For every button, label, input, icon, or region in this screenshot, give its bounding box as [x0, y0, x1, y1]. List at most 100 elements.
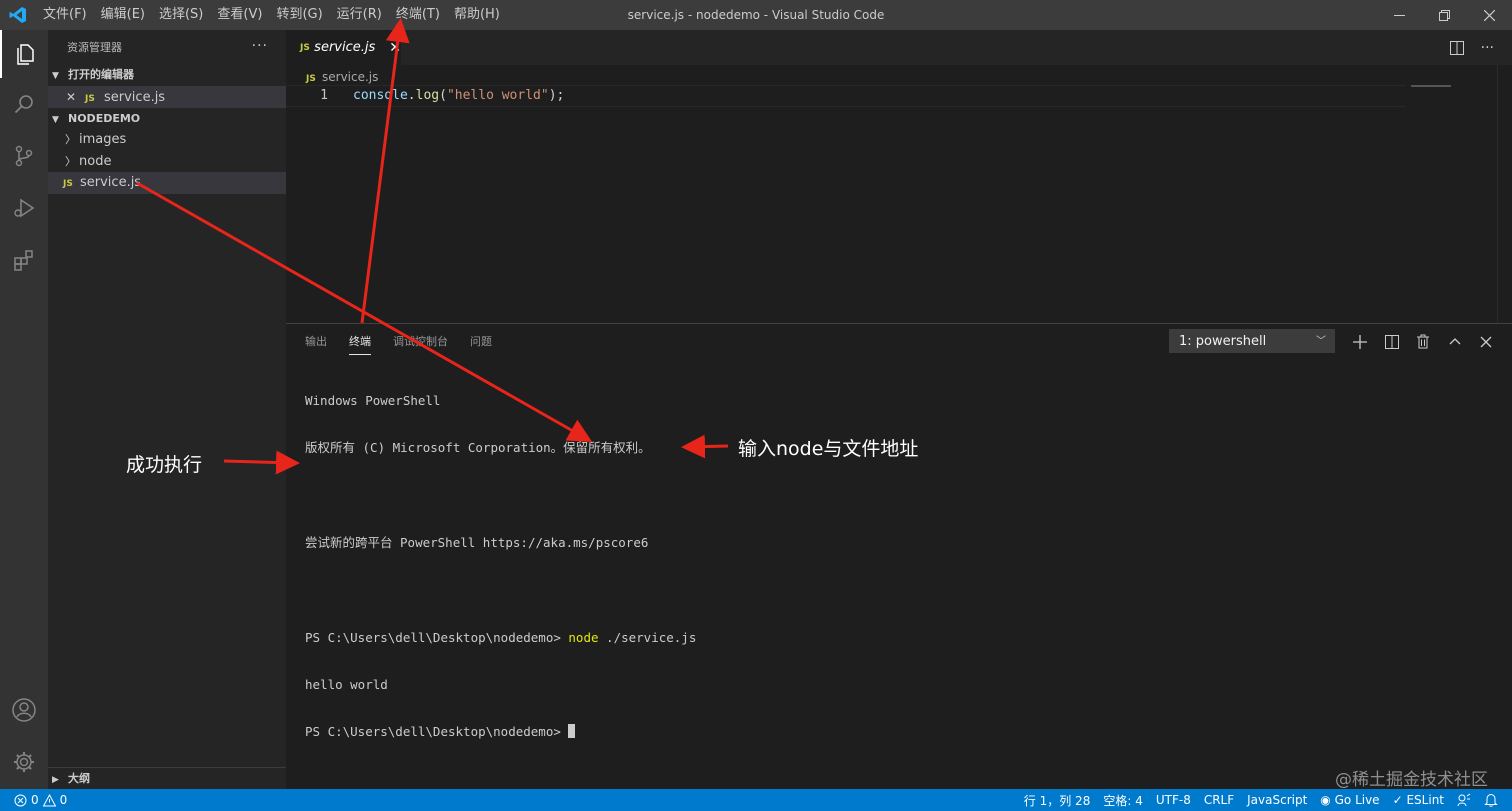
- vscode-logo-icon: [9, 7, 26, 23]
- editor-more-icon[interactable]: ···: [1481, 40, 1494, 56]
- chevron-right-icon: 〉: [65, 133, 76, 146]
- breadcrumb-label: service.js: [322, 70, 379, 84]
- code-token: log: [415, 88, 440, 103]
- terminal-line: Windows PowerShell: [305, 392, 441, 408]
- outline-label: 大纲: [68, 772, 90, 785]
- search-activity[interactable]: [0, 80, 48, 128]
- terminal-line: PS C:\Users\dell\Desktop\nodedemo>: [305, 724, 696, 740]
- folder-label: images: [79, 132, 127, 147]
- minimize-button[interactable]: [1376, 0, 1422, 30]
- feedback-icon[interactable]: [1457, 793, 1471, 807]
- line-ending[interactable]: CRLF: [1204, 793, 1234, 807]
- file-label: service.js: [80, 175, 142, 190]
- terminal-prompt: PS C:\Users\dell\Desktop\nodedemo>: [305, 724, 569, 740]
- tab-terminal[interactable]: 终端: [338, 324, 382, 359]
- watermark: @稀土掘金技术社区: [1335, 770, 1488, 790]
- js-file-icon: JS: [300, 42, 310, 53]
- run-debug-activity[interactable]: [0, 184, 48, 232]
- close-icon: [1480, 336, 1492, 347]
- terminal-select-value: 1: powershell: [1179, 334, 1267, 349]
- menu-view[interactable]: 查看(V): [210, 0, 269, 30]
- run-debug-icon: [14, 198, 35, 218]
- tab-debug-console[interactable]: 调试控制台: [382, 324, 459, 359]
- indentation[interactable]: 空格: 4: [1103, 792, 1143, 809]
- menu-edit[interactable]: 编辑(E): [94, 0, 152, 30]
- minimap[interactable]: [1411, 85, 1451, 87]
- go-live-button[interactable]: ◉ Go Live: [1320, 793, 1379, 807]
- file-item-service-js[interactable]: JS service.js: [48, 172, 286, 194]
- new-terminal-button[interactable]: [1348, 324, 1372, 359]
- split-icon: [1385, 334, 1399, 349]
- bottom-panel: 输出 终端 调试控制台 问题 1: powershell ﹀ Windows P…: [286, 323, 1512, 790]
- close-window-button[interactable]: [1466, 0, 1512, 30]
- open-editors-section[interactable]: ▼ 打开的编辑器: [48, 64, 286, 86]
- menu-run[interactable]: 运行(R): [330, 0, 389, 30]
- cursor-position[interactable]: 行 1，列 28: [1024, 792, 1091, 809]
- restore-button[interactable]: [1421, 0, 1467, 30]
- project-section[interactable]: ▼ NODEDEMO: [48, 108, 286, 130]
- code-line[interactable]: 1 console.log("hello world");: [286, 85, 1406, 107]
- outline-section[interactable]: ▶ 大纲: [48, 767, 286, 790]
- extensions-activity[interactable]: [0, 236, 48, 284]
- menu-file[interactable]: 文件(F): [36, 0, 94, 30]
- project-label: NODEDEMO: [68, 112, 141, 125]
- tab-service-js[interactable]: JS service.js ✕: [286, 30, 401, 65]
- warning-count: 0: [59, 793, 68, 807]
- plus-icon: [1353, 334, 1367, 349]
- tab-close-icon[interactable]: ✕: [389, 40, 401, 56]
- split-editor-icon[interactable]: [1449, 40, 1465, 56]
- trash-icon: [1417, 334, 1429, 349]
- kill-terminal-button[interactable]: [1411, 324, 1435, 359]
- explorer-sidebar: 资源管理器 ··· ▼ 打开的编辑器 ✕ JS service.js ▼ NODEDEM…: [48, 30, 286, 789]
- editor-scrollbar[interactable]: [1497, 65, 1512, 323]
- eslint-status[interactable]: ✓ ESLint: [1393, 793, 1444, 807]
- explorer-activity[interactable]: [0, 30, 48, 78]
- menu-help[interactable]: 帮助(H): [447, 0, 507, 30]
- go-live-label: Go Live: [1334, 793, 1380, 807]
- sidebar-more-button[interactable]: ···: [252, 30, 268, 65]
- menu-terminal[interactable]: 终端(T): [389, 0, 447, 30]
- terminal-line: 尝试新的跨平台 PowerShell https://aka.ms/pscore…: [305, 534, 649, 550]
- eslint-label: ESLint: [1406, 793, 1444, 807]
- problems-status[interactable]: 0 0: [14, 789, 67, 811]
- bell-icon[interactable]: [1484, 793, 1498, 807]
- accounts-activity[interactable]: [0, 686, 48, 734]
- check-icon: ✓: [1392, 793, 1403, 807]
- editor-tabs: JS service.js ✕ ···: [286, 30, 1512, 65]
- editor-actions: ···: [1449, 30, 1494, 65]
- terminal-argument: ./service.js: [598, 629, 697, 645]
- terminal-cursor: [568, 724, 576, 739]
- split-terminal-button[interactable]: [1380, 324, 1404, 359]
- language-mode[interactable]: JavaScript: [1247, 793, 1307, 807]
- close-editor-icon[interactable]: ✕: [48, 86, 85, 108]
- js-file-icon: JS: [63, 179, 73, 189]
- chevron-down-icon: ▼: [52, 71, 59, 81]
- restore-icon: [1438, 9, 1450, 21]
- menu-bar: 文件(F) 编辑(E) 选择(S) 查看(V) 转到(G) 运行(R) 终端(T…: [36, 0, 507, 30]
- tab-label: service.js: [314, 40, 376, 55]
- source-control-activity[interactable]: [0, 132, 48, 180]
- terminal-line: hello world: [305, 676, 388, 692]
- tab-problems[interactable]: 问题: [459, 324, 503, 359]
- folder-label: node: [79, 154, 112, 169]
- minimize-icon: [1393, 14, 1405, 16]
- encoding[interactable]: UTF-8: [1156, 793, 1191, 807]
- folder-item-images[interactable]: 〉 images: [48, 129, 286, 151]
- folder-item-node[interactable]: 〉 node: [48, 151, 286, 173]
- terminal-line: 版权所有 (C) Microsoft Corporation。保留所有权利。: [305, 439, 651, 455]
- chevron-down-icon: ▼: [52, 115, 59, 125]
- js-file-icon: JS: [85, 94, 95, 104]
- tab-output[interactable]: 输出: [294, 324, 338, 359]
- maximize-panel-button[interactable]: [1443, 324, 1467, 359]
- terminal-select[interactable]: 1: powershell ﹀: [1169, 329, 1335, 353]
- status-bar: 0 0 行 1，列 28 空格: 4 UTF-8 CRLF JavaScript…: [0, 789, 1512, 811]
- open-editor-item[interactable]: ✕ JS service.js: [48, 86, 286, 108]
- close-panel-button[interactable]: [1474, 324, 1498, 359]
- menu-selection[interactable]: 选择(S): [152, 0, 210, 30]
- extensions-icon: [14, 250, 33, 271]
- terminal-output[interactable]: Windows PowerShell 版权所有 (C) Microsoft Co…: [305, 361, 696, 772]
- manage-activity[interactable]: [0, 738, 48, 786]
- menu-go[interactable]: 转到(G): [269, 0, 329, 30]
